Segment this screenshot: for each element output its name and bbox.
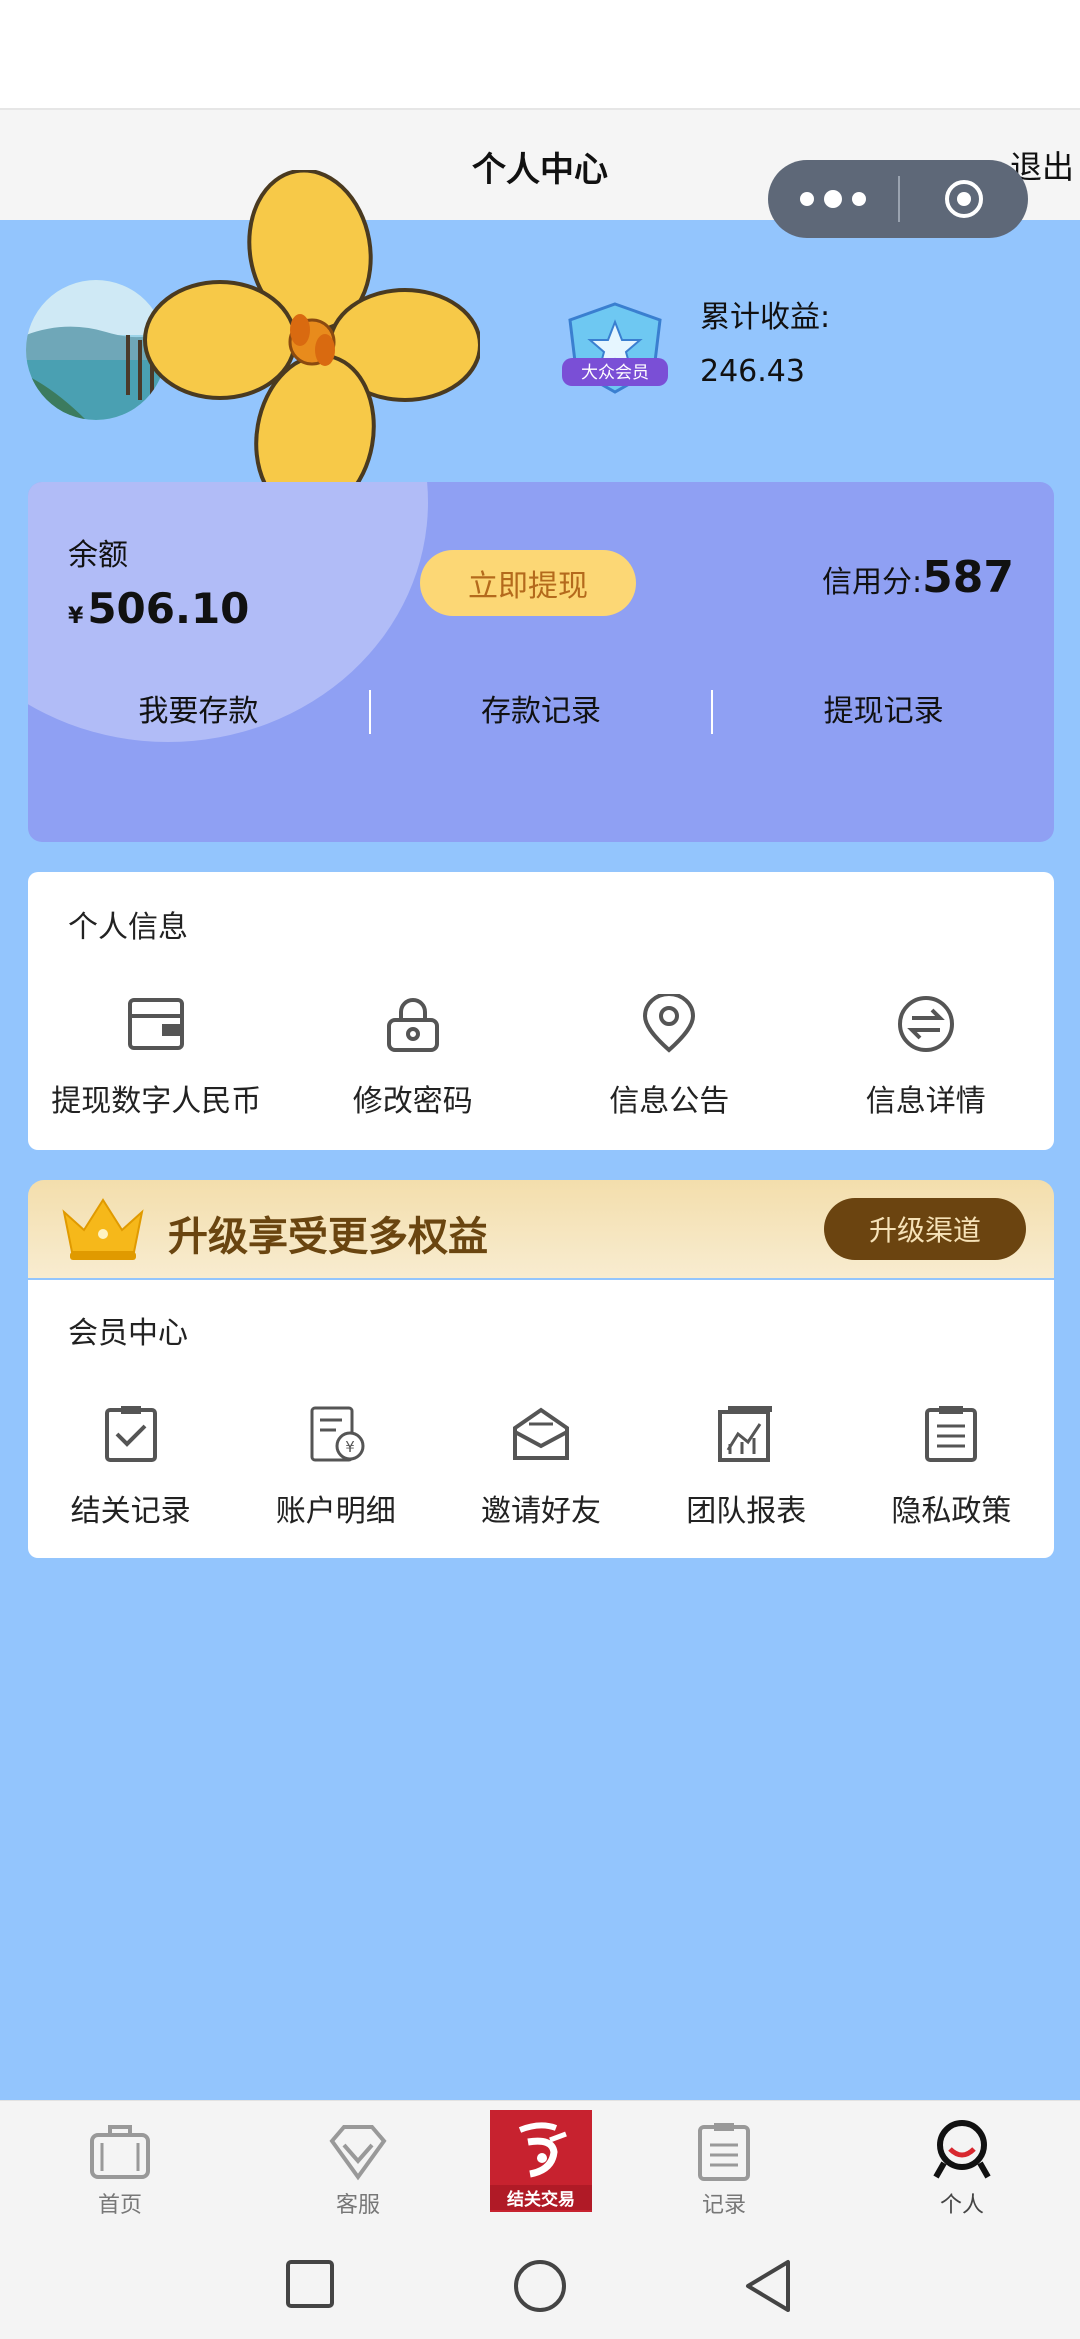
deposit-records-link[interactable]: 存款记录 (371, 690, 712, 734)
clipboard-check-icon (104, 1406, 157, 1462)
member-center-panel: 会员中心 结关记录 ¥ 账户明细 邀请好友 团队报表 隐私政策 (28, 1280, 1054, 1558)
item-label: 修改密码 (352, 1084, 473, 1119)
info-details-item[interactable]: 信息详情 (798, 994, 1055, 1120)
bill-icon: ¥ (310, 1406, 365, 1462)
tab-customer-service[interactable]: 客服 (258, 2101, 458, 2231)
item-label: 信息详情 (865, 1084, 986, 1119)
balance-amount: 506.10 (87, 584, 250, 633)
credit-score: 信用分:587 (822, 552, 1014, 603)
more-menu-button[interactable] (768, 190, 898, 208)
tab-home[interactable]: 首页 (20, 2101, 220, 2231)
member-badge: 大众会员 (550, 300, 680, 404)
back-button[interactable] (742, 2258, 794, 2318)
withdraw-digital-rmb-item[interactable]: 提现数字人民币 (28, 994, 285, 1120)
item-label: 账户明细 (275, 1494, 396, 1529)
clipboard-icon (698, 2123, 750, 2181)
invite-friends-item[interactable]: 邀请好友 (438, 1404, 643, 1530)
tab-label: 客服 (335, 2193, 380, 2218)
mini-program-capsule (768, 160, 1028, 238)
upgrade-banner: 升级享受更多权益 升级渠道 (28, 1180, 1054, 1278)
member-center-title: 会员中心 (68, 1316, 188, 1351)
wallet-icon (128, 998, 185, 1050)
earnings-value: 246.43 (700, 354, 805, 389)
currency-symbol: ¥ (68, 604, 84, 629)
tab-profile[interactable]: 个人 (862, 2101, 1062, 2231)
square-icon (286, 2260, 334, 2308)
home-button[interactable] (512, 2258, 568, 2318)
lock-icon (386, 998, 439, 1052)
credit-value: 587 (922, 552, 1014, 603)
diamond-icon (329, 2125, 387, 2181)
transfer-icon (897, 996, 954, 1052)
balance-label: 余额 (68, 538, 128, 573)
item-label: 结关记录 (70, 1494, 191, 1529)
team-report-item[interactable]: 团队报表 (644, 1404, 849, 1530)
svg-text:¥: ¥ (345, 1438, 355, 1456)
balance-value: ¥506.10 (68, 584, 249, 633)
item-label: 邀请好友 (481, 1494, 601, 1529)
flower-sticker (140, 168, 482, 524)
item-label: 信息公告 (609, 1084, 730, 1119)
item-label: 隐私政策 (891, 1494, 1012, 1529)
document-list-icon (925, 1406, 978, 1462)
balance-card: 余额 ¥506.10 立即提现 信用分:587 我要存款 存款记录 提现记录 (28, 482, 1054, 842)
chart-icon (718, 1406, 773, 1462)
credit-label: 信用分: (822, 565, 923, 600)
dot-icon (824, 190, 842, 208)
withdraw-records-link[interactable]: 提现记录 (713, 690, 1054, 734)
privacy-policy-item[interactable]: 隐私政策 (849, 1404, 1054, 1530)
earnings-label: 累计收益: (700, 300, 831, 335)
balance-links: 我要存款 存款记录 提现记录 (28, 690, 1054, 734)
suitcase-icon (90, 2125, 150, 2179)
tab-label: 记录 (701, 2193, 746, 2218)
circle-icon (514, 2260, 566, 2312)
brand-logo-icon (518, 2122, 567, 2178)
recents-button[interactable] (284, 2258, 336, 2314)
triangle-back-icon (746, 2260, 790, 2312)
change-password-item[interactable]: 修改密码 (285, 994, 542, 1120)
announcements-item[interactable]: 信息公告 (541, 994, 798, 1120)
mail-icon (513, 1407, 569, 1460)
location-pin-icon (643, 994, 696, 1053)
tab-records[interactable]: 记录 (624, 2101, 824, 2231)
person-icon (933, 2120, 991, 2179)
system-nav-bar (0, 2230, 1080, 2339)
item-label: 团队报表 (686, 1494, 807, 1529)
item-label: 提现数字人民币 (51, 1084, 262, 1119)
close-mini-program-button[interactable] (900, 180, 1028, 218)
dot-icon (800, 192, 814, 206)
upgrade-channel-button[interactable]: 升级渠道 (824, 1198, 1026, 1260)
crown-icon (58, 1194, 148, 1268)
deposit-link[interactable]: 我要存款 (28, 690, 369, 734)
account-details-item[interactable]: ¥ 账户明细 (233, 1404, 438, 1530)
tab-label: 首页 (97, 2193, 142, 2218)
withdraw-button[interactable]: 立即提现 (420, 550, 636, 616)
target-icon (945, 180, 983, 218)
status-bar (0, 0, 1080, 108)
upgrade-text: 升级享受更多权益 (168, 1214, 488, 1260)
personal-info-panel: 个人信息 提现数字人民币 修改密码 信息公告 信息详情 (28, 872, 1054, 1150)
tab-trade[interactable]: 结关交易 (490, 2110, 592, 2212)
tab-label: 个人 (939, 2193, 984, 2218)
dot-icon (852, 192, 866, 206)
member-badge-text: 大众会员 (581, 363, 649, 383)
tab-label: 结关交易 (490, 2185, 592, 2210)
personal-info-title: 个人信息 (68, 910, 188, 945)
clearance-records-item[interactable]: 结关记录 (28, 1404, 233, 1530)
